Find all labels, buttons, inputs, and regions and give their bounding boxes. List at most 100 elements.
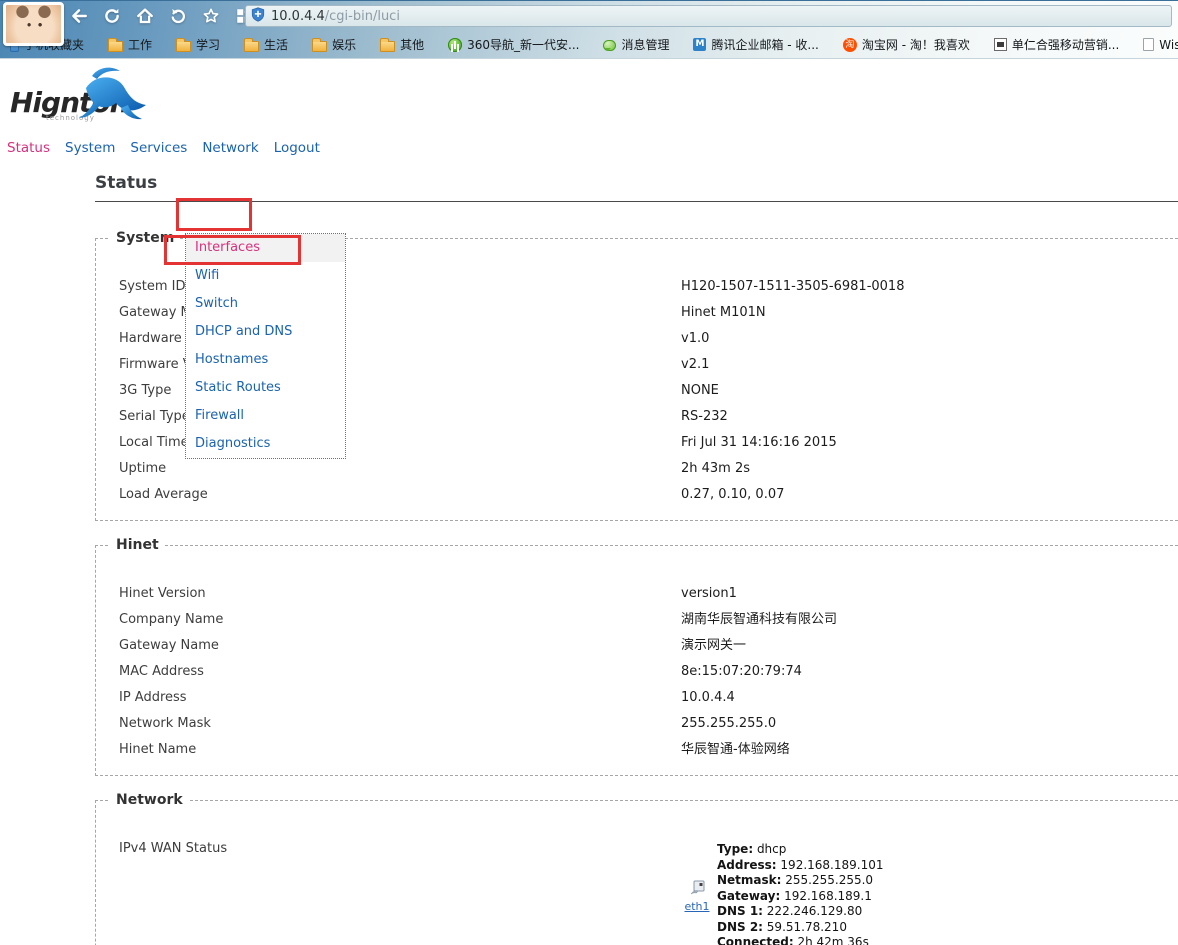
row-label: Hardware Version bbox=[96, 326, 681, 352]
menu-item-static-routes[interactable]: Static Routes bbox=[186, 374, 345, 402]
bookmark-item-wisecrm-nbs[interactable]: WiseCRM NBS - ... bbox=[1143, 38, 1178, 52]
status-row: Gateway Name演示网关一 bbox=[96, 633, 1178, 659]
row-value: 10.0.4.4 bbox=[681, 685, 735, 711]
row-value: H120-1507-1511-3505-6981-0018 bbox=[681, 274, 904, 300]
bookmark-item-item-7[interactable]: 消息管理 bbox=[603, 36, 669, 53]
status-row: Hinet Versionversion1 bbox=[96, 581, 1178, 607]
home-icon[interactable] bbox=[134, 5, 156, 27]
address-bar[interactable]: 10.0.4.4/cgi-bin/luci bbox=[245, 5, 1172, 27]
row-value: 255.255.255.0 bbox=[681, 711, 776, 737]
refresh-icon[interactable] bbox=[101, 5, 123, 27]
row-value: 0.27, 0.10, 0.07 bbox=[681, 482, 784, 508]
nav-item-logout[interactable]: Logout bbox=[274, 140, 320, 158]
bookmark-label: 工作 bbox=[128, 36, 152, 53]
luci-page: Hignton technology Status System Services N… bbox=[0, 74, 1178, 945]
row-value: 2h 43m 2s bbox=[681, 456, 750, 482]
row-label: Hinet Version bbox=[96, 581, 681, 607]
bookmark-item-item-9[interactable]: 淘淘宝网 - 淘！我喜欢 bbox=[843, 36, 970, 53]
folder-icon bbox=[380, 41, 395, 52]
menu-item-hostnames[interactable]: Hostnames bbox=[186, 346, 345, 374]
back-icon[interactable] bbox=[68, 5, 90, 27]
network-menu: InterfacesWifiSwitchDHCP and DNSHostname… bbox=[185, 233, 346, 459]
row-label: Local Time bbox=[96, 430, 681, 456]
bookmark-item-item-1[interactable]: 工作 bbox=[108, 36, 152, 53]
bookmark-label: 娱乐 bbox=[332, 36, 356, 53]
bookmark-label: 单仁合强移动营销... bbox=[1012, 36, 1119, 53]
row-value: version1 bbox=[681, 581, 737, 607]
bookmark-item-360[interactable]: 360导航_新一代安... bbox=[448, 36, 579, 53]
s360-icon bbox=[448, 38, 462, 52]
wan-interface-link[interactable]: eth1 bbox=[684, 900, 709, 913]
bookmark-label: 学习 bbox=[196, 36, 220, 53]
url-path: /cgi-bin/luci bbox=[325, 9, 400, 24]
bookmark-item-item-8[interactable]: M腾讯企业邮箱 - 收... bbox=[693, 36, 818, 53]
browser-toolbar: 10.0.4.4/cgi-bin/luci bbox=[0, 1, 1178, 31]
row-label: MAC Address bbox=[96, 659, 681, 685]
row-value: v2.1 bbox=[681, 352, 709, 378]
bookmark-item-item-10[interactable]: 单仁合强移动营销... bbox=[994, 36, 1119, 53]
page-title: Status bbox=[95, 172, 1178, 194]
bookmark-label: 360导航_新一代安... bbox=[467, 36, 579, 53]
row-label: Load Average bbox=[96, 482, 681, 508]
row-value: NONE bbox=[681, 378, 719, 404]
row-label: Hinet Name bbox=[96, 737, 681, 763]
nav-item-services[interactable]: Services bbox=[130, 140, 187, 158]
main-nav: Status System Services Network Logout bbox=[0, 140, 1178, 158]
shield-icon bbox=[251, 7, 265, 26]
row-value: RS-232 bbox=[681, 404, 728, 430]
image-icon bbox=[994, 38, 1007, 51]
avatar[interactable] bbox=[3, 2, 64, 46]
row-label: Uptime bbox=[96, 456, 681, 482]
wan-detail-line: Connected: 2h 42m 36s bbox=[717, 935, 883, 945]
row-label: Gateway Name bbox=[96, 633, 681, 659]
wan-status-label: IPv4 WAN Status bbox=[96, 836, 681, 862]
menu-item-diagnostics[interactable]: Diagnostics bbox=[186, 430, 345, 458]
url-text: 10.0.4.4/cgi-bin/luci bbox=[271, 9, 400, 24]
bookmarks-bar: 手机收藏夹工作学习生活娱乐其他360导航_新一代安...消息管理M腾讯企业邮箱 … bbox=[0, 31, 1178, 59]
star-icon[interactable] bbox=[200, 5, 222, 27]
row-value: v1.0 bbox=[681, 326, 709, 352]
row-label: Firmware Version bbox=[96, 352, 681, 378]
bookmark-label: 淘宝网 - 淘！我喜欢 bbox=[862, 36, 970, 53]
nav-item-network[interactable]: Network bbox=[202, 140, 258, 158]
status-row: Hinet Name华辰智通-体验网络 bbox=[96, 737, 1178, 763]
row-value: 湖南华辰智通科技有限公司 bbox=[681, 607, 837, 633]
bookmark-item-item-3[interactable]: 生活 bbox=[244, 36, 288, 53]
url-host: 10.0.4.4 bbox=[271, 9, 325, 24]
folder-icon bbox=[312, 41, 327, 52]
menu-item-wifi[interactable]: Wifi bbox=[186, 262, 345, 290]
bookmark-item-item-2[interactable]: 学习 bbox=[176, 36, 220, 53]
bookmark-label: 其他 bbox=[400, 36, 424, 53]
menu-item-dhcp-and-dns[interactable]: DHCP and DNS bbox=[186, 318, 345, 346]
undo-icon[interactable] bbox=[167, 5, 189, 27]
folder-icon bbox=[176, 41, 191, 52]
menu-item-switch[interactable]: Switch bbox=[186, 290, 345, 318]
page-icon bbox=[1143, 38, 1154, 51]
wan-detail-line: Gateway: 192.168.189.1 bbox=[717, 889, 883, 905]
taobao-icon: 淘 bbox=[843, 38, 857, 52]
nav-item-status[interactable]: Status bbox=[7, 140, 50, 158]
row-label: System ID bbox=[96, 274, 681, 300]
row-label: Company Name bbox=[96, 607, 681, 633]
wan-detail-line: Netmask: 255.255.255.0 bbox=[717, 873, 883, 889]
row-value: 演示网关一 bbox=[681, 633, 746, 659]
bookmark-item-item-5[interactable]: 其他 bbox=[380, 36, 424, 53]
nav-item-system[interactable]: System bbox=[65, 140, 115, 158]
status-row: Load Average0.27, 0.10, 0.07 bbox=[96, 482, 1178, 508]
row-label: 3G Type bbox=[96, 378, 681, 404]
bookmark-item-item-4[interactable]: 娱乐 bbox=[312, 36, 356, 53]
menu-item-firewall[interactable]: Firewall bbox=[186, 402, 345, 430]
row-label: IP Address bbox=[96, 685, 681, 711]
ethernet-port-icon bbox=[689, 880, 706, 900]
menu-item-interfaces[interactable]: Interfaces bbox=[186, 234, 345, 262]
wan-status-row: IPv4 WAN Status eth1 Type: dhcpAddress: bbox=[96, 836, 1178, 945]
wan-detail-line: Type: dhcp bbox=[717, 842, 883, 858]
folder-icon bbox=[244, 41, 259, 52]
network-legend: Network bbox=[110, 792, 189, 808]
bookmark-label: 腾讯企业邮箱 - 收... bbox=[711, 36, 818, 53]
folder-icon bbox=[108, 41, 123, 52]
status-row: Network Mask255.255.255.0 bbox=[96, 711, 1178, 737]
hignton-logo: Hignton technology bbox=[10, 74, 160, 134]
chat-icon bbox=[603, 40, 616, 51]
wan-detail-line: DNS 1: 222.246.129.80 bbox=[717, 904, 883, 920]
